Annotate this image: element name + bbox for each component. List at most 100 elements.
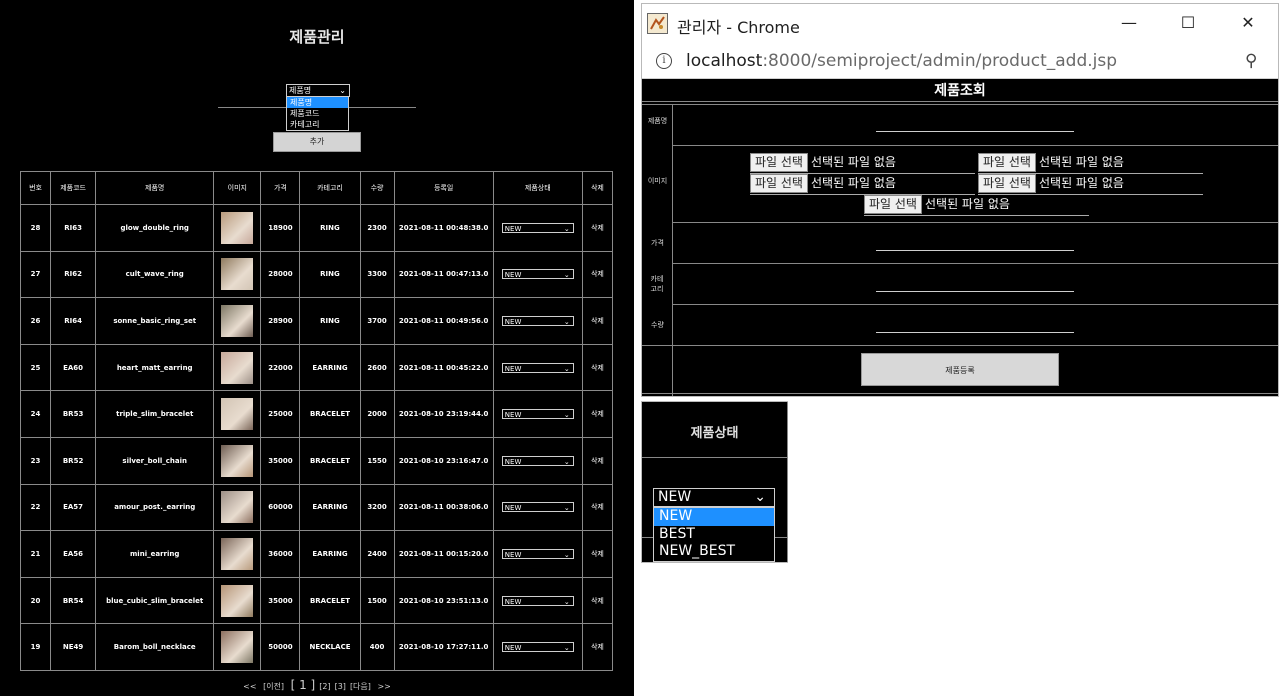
file-select-button[interactable]: 파일 선택 (750, 153, 808, 172)
info-icon[interactable]: i (656, 53, 672, 69)
delete-link[interactable]: 삭제 (581, 436, 614, 485)
status-value: NEW (504, 457, 522, 466)
file-input-5[interactable]: 파일 선택 선택된 파일 없음 (864, 195, 1089, 216)
status-select[interactable]: NEW ⌄ (501, 642, 574, 653)
form-divider (642, 393, 1278, 394)
cell-no: 26 (19, 297, 52, 345)
file-select-button[interactable]: 파일 선택 (864, 195, 922, 214)
search-option[interactable]: 제품코드 (287, 108, 348, 119)
cell-code: EA56 (50, 530, 97, 578)
header-no: 번호 (19, 171, 52, 205)
product-thumbnail[interactable] (221, 398, 254, 431)
cell-image (213, 576, 262, 625)
cell-image (213, 436, 262, 485)
product-thumbnail[interactable] (221, 491, 254, 524)
status-value: NEW (504, 271, 522, 280)
pager-page-2[interactable]: [2] (319, 682, 330, 691)
cell-category: BRACELET (299, 576, 361, 625)
category-input[interactable] (876, 291, 1074, 292)
cell-qty: 3300 (359, 250, 395, 299)
pager-prev[interactable]: [이전] (263, 682, 284, 691)
search-option[interactable]: 제품명 (287, 97, 348, 108)
close-icon[interactable]: ✕ (1235, 10, 1261, 36)
status-select[interactable]: NEW ⌄ (501, 222, 574, 233)
product-thumbnail[interactable] (221, 631, 254, 664)
name-input[interactable] (876, 131, 1074, 132)
address-bar[interactable]: i localhost:8000/semiproject/admin/produ… (642, 44, 1278, 79)
row-divider (672, 304, 1278, 305)
cell-no: 21 (19, 530, 52, 578)
status-option[interactable]: BEST (654, 526, 774, 544)
status-dropdown-preview: 제품상태 NEW ⌄ NEW BEST NEW_BEST (641, 401, 788, 563)
product-thumbnail[interactable] (221, 351, 254, 384)
status-select[interactable]: NEW ⌄ (501, 362, 574, 373)
row-divider (672, 222, 1278, 223)
price-input[interactable] (876, 250, 1074, 251)
window-title-bar: 관리자 - Chrome — ☐ ✕ (642, 4, 1278, 44)
delete-link[interactable]: 삭제 (581, 483, 614, 532)
status-select[interactable]: NEW ⌄ (501, 269, 574, 280)
status-select[interactable]: NEW ⌄ (501, 502, 574, 513)
delete-link[interactable]: 삭제 (581, 297, 614, 345)
chevron-down-icon: ⌄ (563, 271, 570, 280)
cell-price: 50000 (260, 623, 301, 671)
delete-link[interactable]: 삭제 (581, 390, 614, 438)
file-input-4[interactable]: 파일 선택 선택된 파일 없음 (978, 174, 1203, 195)
product-thumbnail[interactable] (221, 211, 254, 244)
status-select[interactable]: NEW ⌄ (653, 488, 775, 507)
cell-qty: 1500 (359, 576, 395, 625)
status-value: NEW (658, 489, 692, 505)
search-option[interactable]: 카테고리 (287, 119, 348, 130)
chevron-down-icon: ⌄ (563, 597, 570, 606)
pager-page-3[interactable]: [3] (335, 682, 346, 691)
cell-qty: 400 (359, 623, 395, 671)
pager-last[interactable]: >> (377, 682, 390, 691)
maximize-icon[interactable]: ☐ (1175, 10, 1201, 36)
delete-link[interactable]: 삭제 (581, 250, 614, 299)
status-select[interactable]: NEW ⌄ (501, 595, 574, 606)
cell-price: 28000 (260, 250, 301, 299)
file-input-2[interactable]: 파일 선택 선택된 파일 없음 (978, 153, 1203, 174)
status-option[interactable]: NEW_BEST (654, 543, 774, 561)
status-select[interactable]: NEW ⌄ (501, 455, 574, 466)
pager-first[interactable]: << (243, 682, 256, 691)
header-date: 등록일 (393, 171, 494, 205)
status-value: NEW (504, 597, 522, 606)
file-select-button[interactable]: 파일 선택 (750, 174, 808, 193)
status-option[interactable]: NEW (654, 508, 774, 526)
header-price: 가격 (260, 171, 301, 205)
qty-input[interactable] (876, 332, 1074, 333)
zoom-icon[interactable]: ⚲ (1245, 51, 1257, 71)
minimize-icon[interactable]: — (1116, 10, 1142, 36)
delete-link[interactable]: 삭제 (581, 343, 614, 392)
product-thumbnail[interactable] (221, 304, 254, 337)
status-select[interactable]: NEW ⌄ (501, 315, 574, 326)
product-thumbnail[interactable] (221, 444, 254, 477)
product-thumbnail[interactable] (221, 584, 254, 617)
cell-qty: 2400 (359, 530, 395, 578)
url-text[interactable]: localhost:8000/semiproject/admin/product… (686, 51, 1117, 71)
pager-next[interactable]: [다음] (350, 682, 371, 691)
product-thumbnail[interactable] (221, 258, 254, 291)
add-button[interactable]: 추가 (273, 132, 361, 152)
file-input-1[interactable]: 파일 선택 선택된 파일 없음 (750, 153, 975, 174)
cell-category: NECKLACE (299, 623, 361, 671)
file-input-3[interactable]: 파일 선택 선택된 파일 없음 (750, 174, 975, 195)
cell-name: mini_earring (95, 530, 215, 578)
status-select[interactable]: NEW ⌄ (501, 548, 574, 559)
file-select-button[interactable]: 파일 선택 (978, 153, 1036, 172)
product-thumbnail[interactable] (221, 537, 254, 570)
status-select[interactable]: NEW ⌄ (501, 409, 574, 420)
delete-link[interactable]: 삭제 (581, 530, 614, 578)
form-divider (642, 101, 1278, 102)
file-select-button[interactable]: 파일 선택 (978, 174, 1036, 193)
delete-link[interactable]: 삭제 (581, 204, 614, 252)
pager-current[interactable]: [ 1 ] (291, 678, 316, 692)
delete-link[interactable]: 삭제 (581, 623, 614, 671)
cell-name: heart_matt_earring (95, 343, 215, 392)
register-button[interactable]: 제품등록 (861, 353, 1059, 386)
file-status: 선택된 파일 없음 (810, 176, 896, 190)
cell-no: 23 (19, 436, 52, 485)
cell-image (213, 390, 262, 438)
delete-link[interactable]: 삭제 (581, 576, 614, 625)
